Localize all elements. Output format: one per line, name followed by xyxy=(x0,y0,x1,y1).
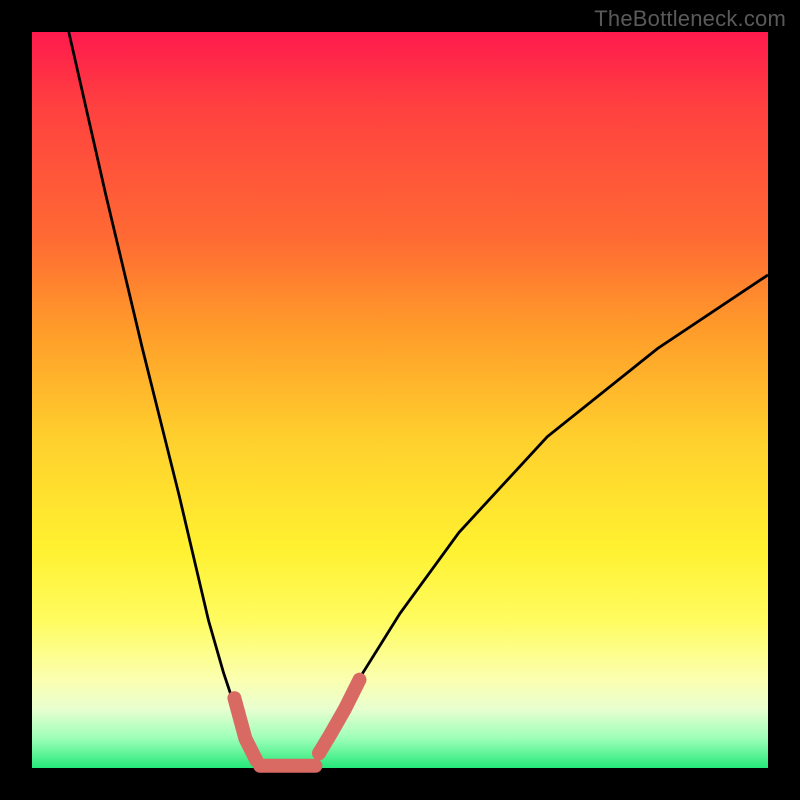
curve-layer xyxy=(32,32,768,768)
highlight-left xyxy=(234,698,256,761)
watermark-text: TheBottleneck.com xyxy=(594,6,786,32)
highlight-right xyxy=(319,680,360,754)
chart-frame: TheBottleneck.com xyxy=(0,0,800,800)
curve-right xyxy=(312,275,768,768)
plot-area xyxy=(32,32,768,768)
curve-left xyxy=(69,32,260,768)
